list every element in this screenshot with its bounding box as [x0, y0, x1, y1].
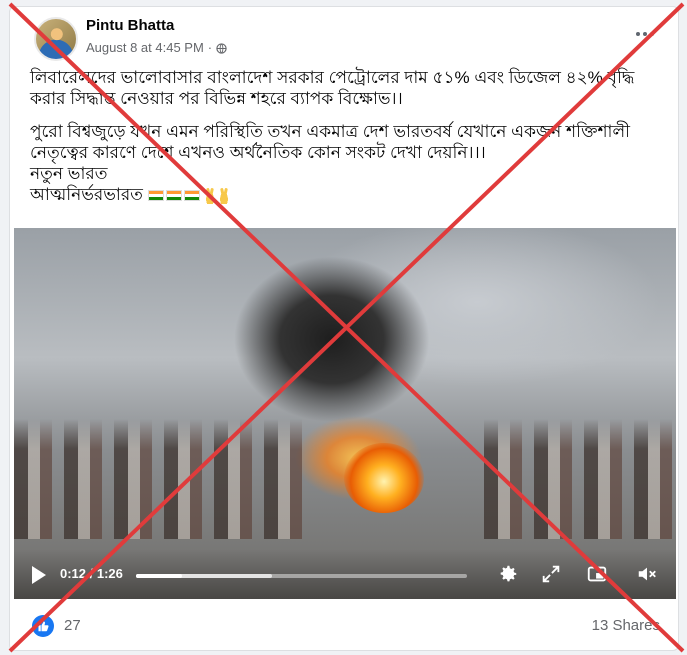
fullscreen-icon[interactable] [540, 563, 562, 585]
shares-count[interactable]: 13 Shares [592, 617, 660, 634]
pip-icon[interactable] [586, 563, 608, 585]
video-controls: 0:12 / 1:26 [14, 549, 676, 599]
author-name[interactable]: Pintu Bhatta [86, 17, 174, 34]
video-frame-crowd-right [484, 419, 676, 539]
victory-hand-icon [203, 187, 216, 204]
meta-separator: · [207, 40, 213, 55]
post-card: Pintu Bhatta August 8 at 4:45 PM · লিবার… [9, 6, 679, 651]
video-player[interactable]: 0:12 / 1:26 [14, 228, 676, 599]
post-footer: 27 13 Shares [10, 605, 678, 645]
time-separator: / [86, 566, 97, 581]
duration: 1:26 [96, 566, 123, 581]
victory-hand-icon [217, 187, 230, 204]
post-paragraph-2-line-1: পুরো বিশ্বজুড়ে যখন এমন পরিস্থিতি তখন এক… [30, 122, 631, 162]
post-paragraph-1: লিবারেলদের ভালোবাসার বাংলাদেশ সরকার পেট্… [30, 68, 635, 108]
more-options-icon[interactable] [632, 25, 658, 43]
like-icon[interactable] [32, 615, 54, 637]
video-frame-fire [344, 443, 424, 513]
post-meta: August 8 at 4:45 PM · [86, 40, 227, 55]
settings-icon[interactable] [497, 563, 519, 585]
reactions-count[interactable]: 27 [64, 617, 81, 634]
india-flag-icon [165, 190, 182, 202]
play-icon[interactable] [32, 566, 46, 584]
video-frame-crowd-left [14, 419, 314, 539]
india-flag-icon [147, 190, 164, 202]
progress-bar[interactable] [136, 574, 467, 578]
post-date[interactable]: August 8 at 4:45 PM [86, 40, 204, 55]
avatar[interactable] [34, 17, 78, 61]
post-paragraph-2-line-3-wrap: আত্মনির্ভরভারত [30, 184, 660, 205]
globe-icon [216, 42, 227, 54]
post-paragraph-2-line-3: আত্মনির্ভরভারত [30, 185, 143, 204]
progress-buffered [136, 574, 272, 578]
mute-icon[interactable] [636, 563, 658, 585]
video-time: 0:12 / 1:26 [60, 566, 123, 581]
current-time: 0:12 [60, 566, 87, 581]
post-text: লিবারেলদের ভালোবাসার বাংলাদেশ সরকার পেট্… [30, 67, 660, 205]
india-flag-icon [183, 190, 200, 202]
post-paragraph-2-line-2: নতুন ভারত [30, 164, 108, 183]
